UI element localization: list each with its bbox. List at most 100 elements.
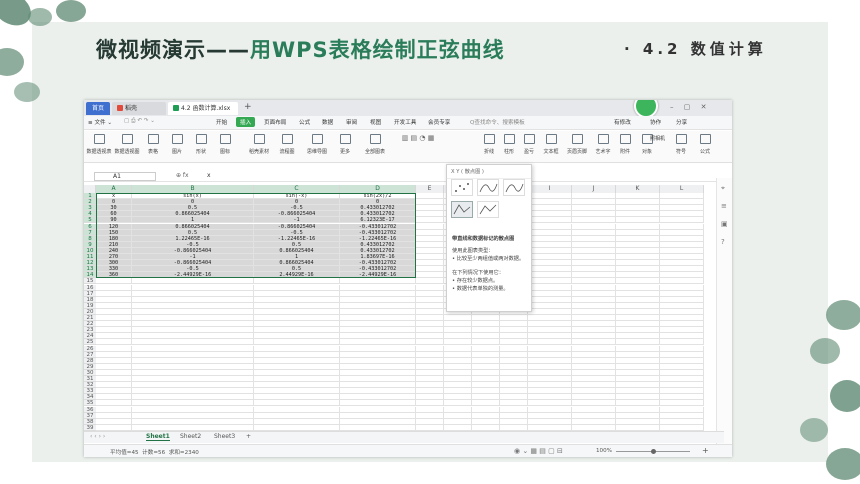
window-tab-bar: 首页 稻壳 4.2 函数计算.xlsx + – ▢ ✕ xyxy=(84,100,732,118)
column-header[interactable]: I xyxy=(528,185,572,193)
column-header[interactable]: K xyxy=(616,185,660,193)
tab-daoke[interactable]: 稻壳 xyxy=(112,102,166,115)
sheet-nav-arrows[interactable]: ‹ ‹ › › xyxy=(90,433,105,440)
column-chart-icon xyxy=(503,134,515,144)
camera-button[interactable]: 照相机 xyxy=(650,135,665,142)
sheet-tab-2[interactable]: Sheet2 xyxy=(180,433,201,440)
all-charts-button[interactable]: 全部图表 xyxy=(362,134,388,155)
material-icon xyxy=(253,134,265,144)
leaf-decoration xyxy=(826,300,860,330)
view-mode-icons[interactable]: ◉ ⌄ ▦ ▤ ▢ ⊟ xyxy=(514,447,563,455)
header-footer-button[interactable]: 页眉页脚 xyxy=(564,134,590,155)
column-header[interactable]: A xyxy=(96,185,132,193)
zoom-slider[interactable] xyxy=(616,449,690,454)
collaborate-button[interactable]: 协作 xyxy=(650,118,661,126)
menu-item[interactable]: 开始 xyxy=(216,118,227,126)
symbol-button[interactable]: 符号 xyxy=(668,134,694,155)
toolbar-label: 流程图 xyxy=(279,149,295,155)
material-button[interactable]: 稻壳素材 xyxy=(246,134,272,155)
scatter-lines-option[interactable] xyxy=(477,201,499,218)
name-box[interactable]: A1 xyxy=(94,172,156,181)
toolbar-label: 更多 xyxy=(339,149,350,155)
fx-icon[interactable]: ⊕ fx xyxy=(176,172,189,179)
scatter-lines-markers-option[interactable] xyxy=(451,201,473,218)
zoom-in-icon[interactable]: + xyxy=(702,446,709,455)
window-controls[interactable]: – ▢ ✕ xyxy=(670,103,710,111)
textbox-icon xyxy=(545,134,557,144)
leaf-decoration xyxy=(830,380,860,412)
picture-icon xyxy=(171,134,183,144)
scatter-chart-dropdown: X Y ( 散点图 ) 带直线和数据标记的散点图 使用此图表类型： • 比较至少… xyxy=(446,164,532,312)
sheet-tab-bar: ‹ ‹ › › Sheet1 Sheet2 Sheet3 + xyxy=(84,431,724,443)
pivot-table-button[interactable]: 数据透视表 xyxy=(86,134,112,155)
wordart-icon xyxy=(597,134,609,144)
chart-type-icons-row: ▥ ▤ ◔ ▦ xyxy=(401,134,435,142)
formula-button[interactable]: 公式 xyxy=(692,134,718,155)
scatter-smooth-option[interactable] xyxy=(503,179,525,196)
scatter-smooth-markers-option[interactable] xyxy=(477,179,499,196)
quick-access-icons[interactable]: ▢ ⎙ ↶ ↷ ⌄ xyxy=(124,118,155,125)
toolbar-label: 形状 xyxy=(195,149,206,155)
chart-type-icons[interactable]: ▥ ▤ ◔ ▦ xyxy=(390,134,446,142)
formula-input[interactable]: x xyxy=(207,172,211,179)
toolbar-label: 文本框 xyxy=(543,149,559,155)
table-button[interactable]: 表格 xyxy=(140,134,166,155)
sheet-tab-1[interactable]: Sheet1 xyxy=(146,433,170,441)
share-button[interactable]: 分享 xyxy=(676,118,687,126)
spreadsheet-grid[interactable]: ABCDEFGHIJKL1xsin(x)sin(-x)sin(2x)/22000… xyxy=(84,185,724,437)
column-header[interactable]: J xyxy=(572,185,616,193)
new-tab-button[interactable]: + xyxy=(244,102,252,112)
flowchart-button[interactable]: 流程图 xyxy=(274,134,300,155)
mindmap-button[interactable]: 思维导图 xyxy=(304,134,330,155)
menu-item-insert[interactable]: 插入 xyxy=(236,117,256,127)
menu-item[interactable]: 数据 xyxy=(322,118,333,126)
toolbar-label: 页眉页脚 xyxy=(566,149,587,155)
menu-item[interactable]: 会员专享 xyxy=(428,118,450,126)
column-header[interactable]: C xyxy=(254,185,340,193)
pivot-chart-button[interactable]: 数据透视图 xyxy=(114,134,140,155)
leaf-decoration xyxy=(826,448,860,480)
toolbar-label: 符号 xyxy=(675,149,686,155)
menu-item[interactable]: 开发工具 xyxy=(394,118,416,126)
status-average: 平均值=45 xyxy=(110,450,139,456)
command-search[interactable]: Q查找命令、搜索模板 xyxy=(470,118,525,126)
toolbar-label: 数据透视图 xyxy=(114,149,140,155)
menu-item[interactable]: 页面布局 xyxy=(264,118,286,126)
leaf-decoration xyxy=(56,0,86,22)
scatter-markers-icon xyxy=(455,183,469,192)
properties-icon[interactable]: ≡ xyxy=(721,202,727,210)
tab-label: 首页 xyxy=(91,105,104,112)
slide-title: 微视频演示——用WPS表格绘制正弦曲线 xyxy=(96,34,505,64)
zoom-slider-knob[interactable] xyxy=(650,449,656,454)
menu-item[interactable]: 审阅 xyxy=(346,118,357,126)
icon-library-button[interactable]: 图标 xyxy=(212,134,238,155)
column-header[interactable]: L xyxy=(660,185,704,193)
shape-button[interactable]: 形状 xyxy=(188,134,214,155)
column-header[interactable]: E xyxy=(416,185,444,193)
backup-icon[interactable]: ▣ xyxy=(721,220,728,228)
column-header[interactable]: B xyxy=(132,185,254,193)
section-label: · 4.2 数值计算 xyxy=(624,40,767,58)
tab-home[interactable]: 首页 xyxy=(86,102,110,115)
zoom-level[interactable]: 100% xyxy=(596,448,612,454)
header-footer-icon xyxy=(571,134,583,144)
add-sheet-button[interactable]: + xyxy=(246,433,251,440)
leaf-decoration xyxy=(800,418,828,442)
column-header[interactable]: D xyxy=(340,185,416,193)
more-button[interactable]: 更多 xyxy=(332,134,358,155)
scatter-markers-option[interactable] xyxy=(451,179,473,196)
file-menu[interactable]: ≡ 文件 ⌄ xyxy=(88,118,112,126)
menu-item[interactable]: 公式 xyxy=(299,118,310,126)
menu-item[interactable]: 视图 xyxy=(370,118,381,126)
sheet-tab-3[interactable]: Sheet3 xyxy=(214,433,235,440)
toolbar-label: 表格 xyxy=(147,149,158,155)
select-all-corner[interactable] xyxy=(84,185,96,193)
select-tool-icon[interactable]: ⌖ xyxy=(721,184,725,193)
help-icon[interactable]: ? xyxy=(721,238,725,246)
textbox-button[interactable]: 文本框 xyxy=(538,134,564,155)
popup-desc-line: • 比较至少两组值或两对数据。 xyxy=(452,256,525,262)
toolbar-label: 公式 xyxy=(699,149,710,155)
slide: 微视频演示——用WPS表格绘制正弦曲线 · 4.2 数值计算 首页 稻壳 4.2… xyxy=(0,0,860,484)
tab-document[interactable]: 4.2 函数计算.xlsx xyxy=(168,102,238,115)
picture-button[interactable]: 图片 xyxy=(164,134,190,155)
